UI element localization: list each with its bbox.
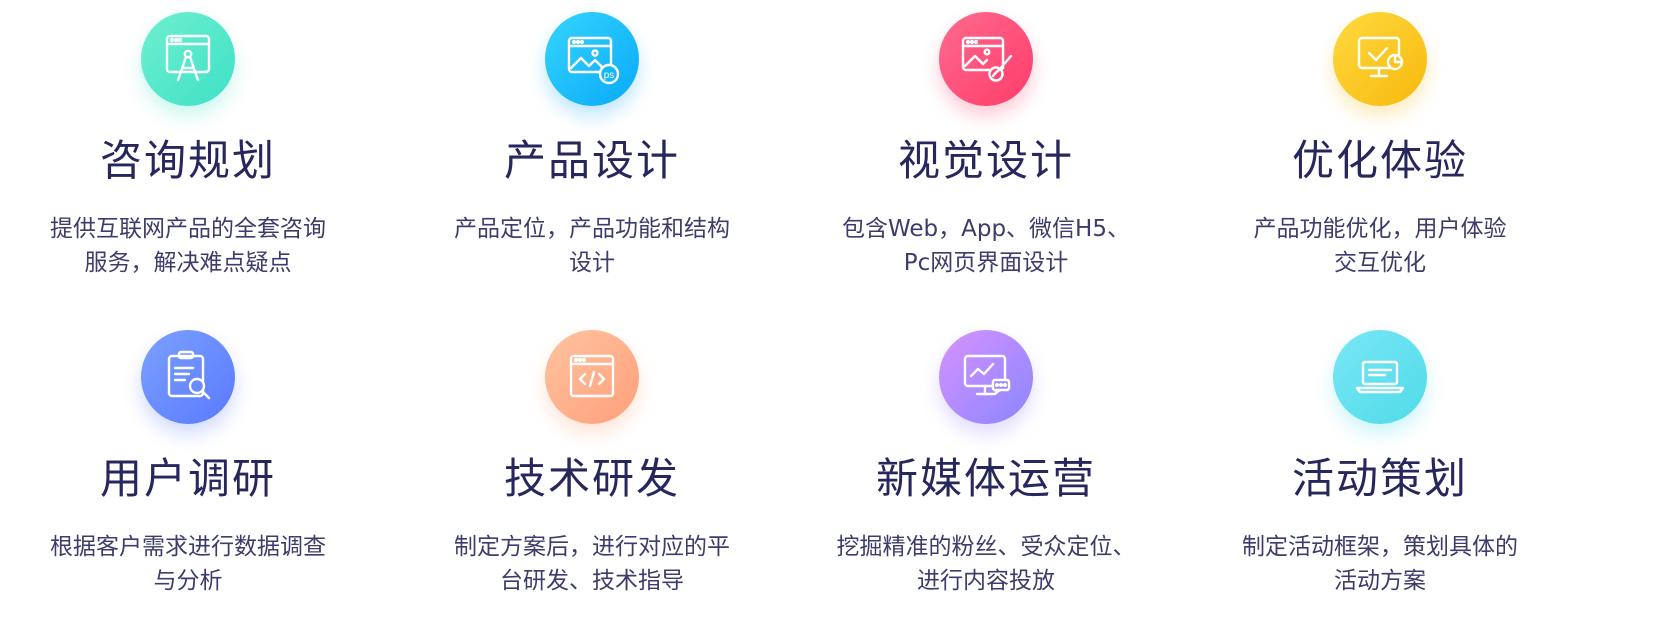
service-description: 挖掘精准的粉丝、受众定位、 进行内容投放	[826, 530, 1146, 598]
service-description-line: 产品功能优化，用户体验	[1253, 216, 1507, 242]
consulting-icon-badge	[141, 12, 235, 106]
monitor-chart-chat-icon	[963, 354, 1011, 396]
service-card-user-research[interactable]: 用户调研 根据客户需求进行数据调查 与分析	[0, 330, 388, 598]
service-title: 视觉设计	[897, 136, 1074, 185]
service-card-product-design[interactable]: ps 产品设计 产品定位，产品功能和结构 设计	[392, 12, 792, 280]
service-title: 优化体验	[1291, 136, 1468, 185]
service-description-line: 与分析	[153, 568, 223, 594]
service-card-tech-development[interactable]: 技术研发 制定方案后，进行对应的平 台研发、技术指导	[392, 330, 792, 598]
service-card-consulting[interactable]: 咨询规划 提供互联网产品的全套咨询 服务，解决难点疑点	[0, 12, 388, 280]
service-description: 制定活动框架，策划具体的 活动方案	[1220, 530, 1540, 598]
service-title: 技术研发	[503, 454, 680, 503]
service-title: 新媒体运营	[875, 454, 1096, 503]
service-description-line: 服务，解决难点疑点	[84, 250, 292, 276]
service-description-line: 台研发、技术指导	[500, 568, 684, 594]
service-description: 制定方案后，进行对应的平 台研发、技术指导	[432, 530, 752, 598]
optimization-icon-badge	[1333, 12, 1427, 106]
new-media-icon-badge	[939, 330, 1033, 424]
service-description-line: 制定方案后，进行对应的平	[454, 534, 730, 560]
service-description: 根据客户需求进行数据调查 与分析	[28, 530, 348, 598]
service-description: 产品定位，产品功能和结构 设计	[432, 212, 752, 280]
consulting-compass-icon	[165, 34, 211, 82]
brush-design-icon	[961, 36, 1013, 82]
service-title: 用户调研	[99, 454, 276, 503]
code-window-icon	[569, 354, 615, 398]
service-description-line: 包含Web，App、微信H5、	[841, 216, 1130, 242]
service-title: 产品设计	[503, 136, 680, 185]
event-planning-icon-badge	[1333, 330, 1427, 424]
laptop-icon	[1355, 360, 1405, 394]
service-description-line: 活动方案	[1334, 568, 1426, 594]
tech-development-icon-badge	[545, 330, 639, 424]
service-description: 包含Web，App、微信H5、 Pc网页界面设计	[826, 212, 1146, 280]
service-title: 活动策划	[1291, 454, 1468, 503]
service-description-line: 设计	[569, 250, 615, 276]
service-description: 提供互联网产品的全套咨询 服务，解决难点疑点	[28, 212, 348, 280]
visual-design-icon-badge	[939, 12, 1033, 106]
clipboard-search-icon	[167, 350, 211, 400]
service-description-line: Pc网页界面设计	[903, 250, 1069, 276]
svg-text:ps: ps	[604, 70, 615, 81]
service-description: 产品功能优化，用户体验 交互优化	[1220, 212, 1540, 280]
service-description-line: 提供互联网产品的全套咨询	[50, 216, 326, 242]
services-grid: 咨询规划 提供互联网产品的全套咨询 服务，解决难点疑点 ps 产品设计 产品定位…	[0, 0, 1678, 620]
monitor-check-icon	[1357, 36, 1404, 78]
photoshop-design-icon: ps	[567, 36, 620, 85]
user-research-icon-badge	[141, 330, 235, 424]
service-description-line: 交互优化	[1334, 250, 1426, 276]
service-card-new-media[interactable]: 新媒体运营 挖掘精准的粉丝、受众定位、 进行内容投放	[786, 330, 1186, 598]
service-description-line: 挖掘精准的粉丝、受众定位、	[836, 534, 1136, 560]
service-description-line: 进行内容投放	[917, 568, 1055, 594]
service-card-event-planning[interactable]: 活动策划 制定活动框架，策划具体的 活动方案	[1180, 330, 1580, 598]
product-design-icon-badge: ps	[545, 12, 639, 106]
service-description-line: 产品定位，产品功能和结构	[454, 216, 730, 242]
service-card-experience-optimization[interactable]: 优化体验 产品功能优化，用户体验 交互优化	[1180, 12, 1580, 280]
service-description-line: 根据客户需求进行数据调查	[50, 534, 326, 560]
service-description-line: 制定活动框架，策划具体的	[1242, 534, 1518, 560]
service-title: 咨询规划	[99, 136, 276, 185]
service-card-visual-design[interactable]: 视觉设计 包含Web，App、微信H5、 Pc网页界面设计	[786, 12, 1186, 280]
